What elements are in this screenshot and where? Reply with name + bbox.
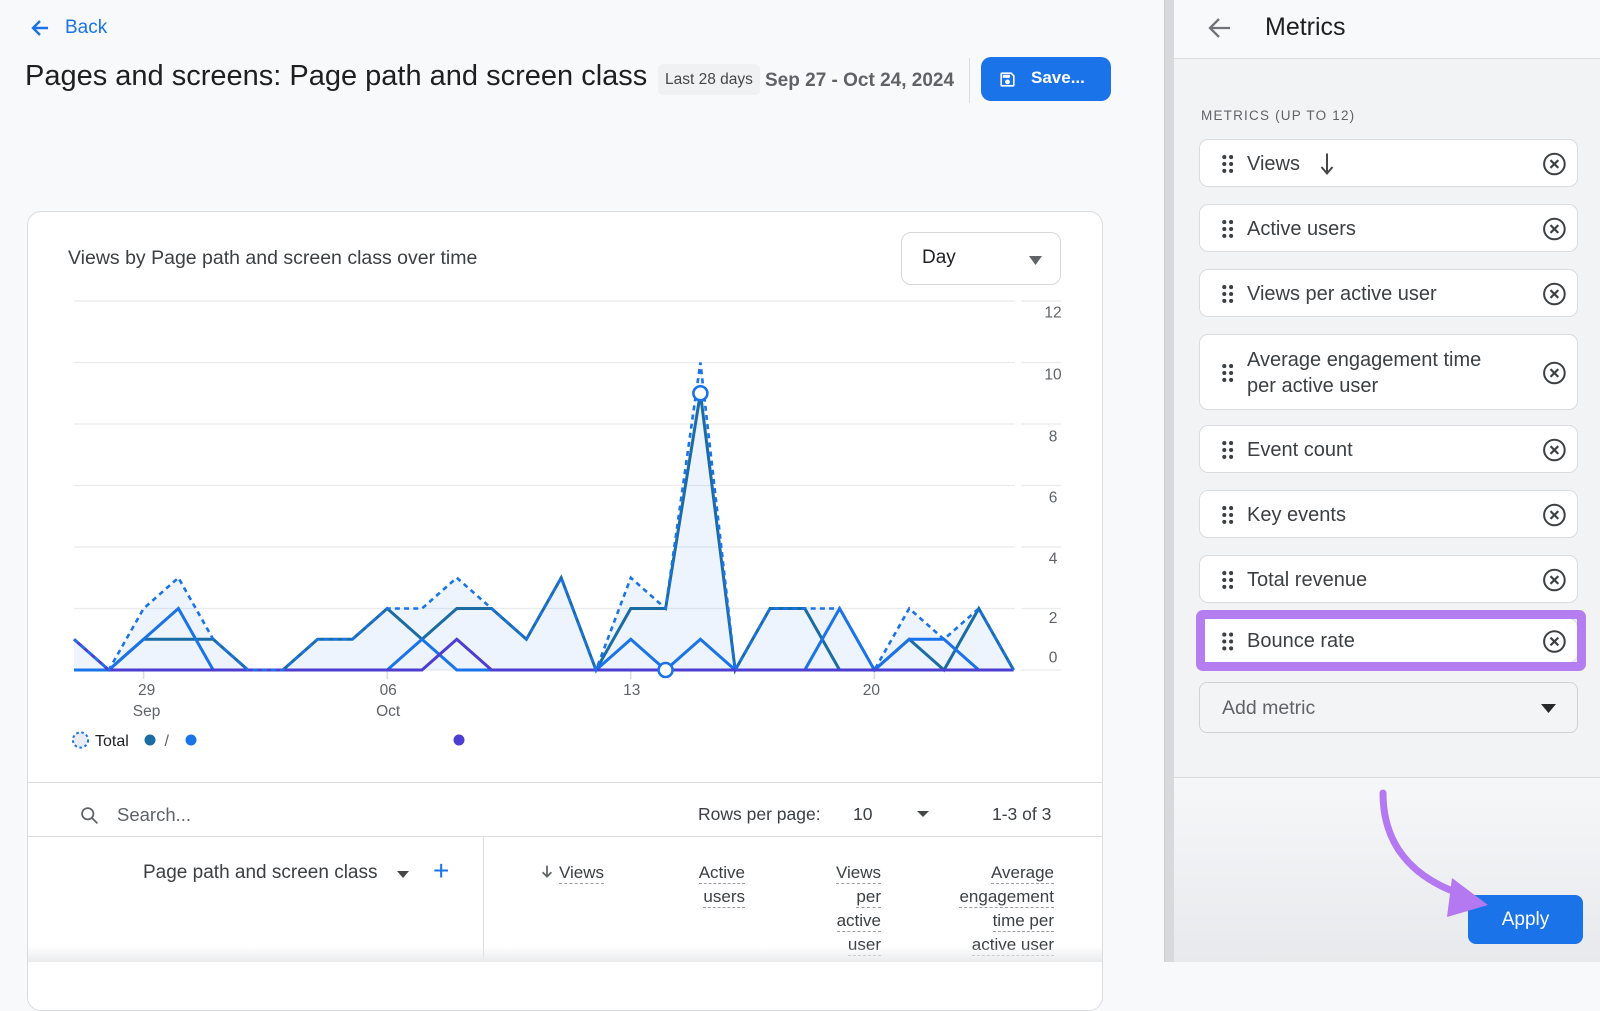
svg-text:6: 6	[1049, 490, 1058, 507]
svg-text:/: /	[165, 733, 170, 750]
svg-text:Total: Total	[95, 733, 129, 750]
svg-text:12: 12	[1044, 305, 1061, 322]
svg-text:06: 06	[380, 682, 397, 699]
svg-text:2: 2	[1049, 610, 1058, 627]
svg-text:Oct: Oct	[376, 703, 401, 720]
svg-text:29: 29	[138, 682, 155, 699]
svg-text:10: 10	[1044, 367, 1062, 384]
svg-text:Sep: Sep	[133, 703, 161, 720]
svg-text:20: 20	[863, 682, 881, 699]
svg-text:0: 0	[1049, 650, 1058, 667]
svg-text:4: 4	[1049, 551, 1058, 568]
svg-text:13: 13	[623, 682, 640, 699]
svg-text:8: 8	[1049, 429, 1058, 446]
